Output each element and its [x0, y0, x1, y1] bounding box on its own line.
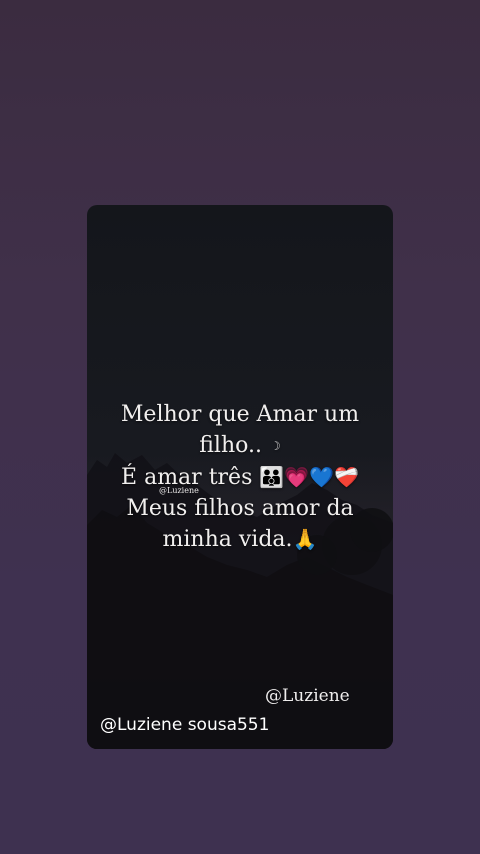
story-line-3: É amar três 👪💗💙❤️‍🩹 — [87, 462, 393, 493]
moon-icon: ☽ — [269, 439, 281, 453]
praying-hands-emoji: 🙏 — [292, 527, 318, 551]
small-username-tag: @Luziene — [159, 486, 199, 495]
creator-handle: @Luziene sousa551 — [100, 715, 270, 735]
username-watermark: @Luziene — [265, 686, 350, 706]
story-line-1: Melhor que Amar um — [120, 402, 360, 427]
story-line-5: minha vida.🙏 — [87, 524, 393, 555]
story-card: Melhor que Amar um filho.. ☽ É amar três … — [87, 205, 393, 749]
story-text: Melhor que Amar um filho.. ☽ É amar três … — [87, 399, 393, 555]
story-line-2: filho.. ☽ — [87, 430, 393, 462]
story-line-2-text: filho.. — [199, 433, 262, 458]
family-hearts-emoji: 👪💗💙❤️‍🩹 — [259, 465, 359, 489]
story-line-5-text: minha vida. — [162, 527, 293, 552]
story-line-4: Meus filhos amor da — [126, 496, 354, 521]
